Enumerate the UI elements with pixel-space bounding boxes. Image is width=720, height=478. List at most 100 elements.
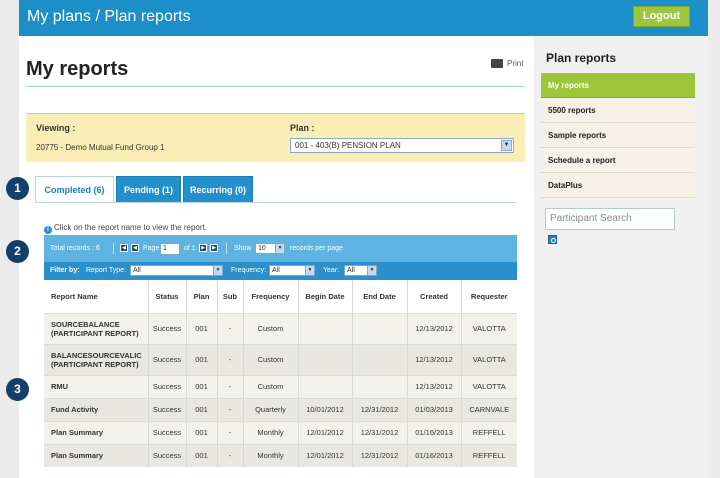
report-type-select[interactable]: All ▼ bbox=[130, 265, 223, 276]
table-row: SOURCEBALANCE (PARTICIPANT REPORT) Succe… bbox=[44, 312, 517, 344]
chevron-down-icon: ▼ bbox=[213, 266, 222, 275]
printer-icon bbox=[491, 59, 503, 69]
frequency-value: All bbox=[272, 267, 280, 274]
prev-page-icon[interactable]: ◀ bbox=[131, 244, 139, 252]
report-frequency: Monthly bbox=[243, 443, 299, 467]
report-name-link[interactable]: Plan Summary bbox=[44, 420, 149, 444]
breadcrumb: My plans / Plan reports bbox=[27, 8, 191, 25]
plan-select[interactable]: 001 - 403(B) PENSION PLAN ▼ bbox=[290, 138, 514, 153]
report-end-date bbox=[352, 374, 408, 398]
column-header-begin-date[interactable]: Begin Date bbox=[298, 280, 353, 313]
report-plan: 001 bbox=[186, 397, 218, 421]
top-bar: My plans / Plan reports Logout bbox=[19, 0, 708, 36]
report-frequency: Custom bbox=[243, 374, 299, 398]
column-header-requester[interactable]: Requester bbox=[461, 280, 517, 313]
records-per-page-select[interactable]: 10 ▼ bbox=[255, 243, 285, 254]
table-row: RMU Success 001 - Custom 12/13/2012 VALO… bbox=[44, 374, 517, 398]
report-frequency: Monthly bbox=[243, 420, 299, 444]
report-begin-date: 12/01/2012 bbox=[298, 443, 353, 467]
report-requester: VALOTTA bbox=[461, 312, 517, 344]
report-created: 01/03/2013 bbox=[407, 397, 462, 421]
last-page-icon[interactable]: ▶ bbox=[210, 244, 218, 252]
report-plan: 001 bbox=[186, 343, 218, 375]
page-label: Page bbox=[143, 245, 160, 252]
participant-search-input[interactable]: Participant Search bbox=[545, 208, 675, 230]
report-requester: CARNVALE bbox=[461, 397, 517, 421]
report-begin-date bbox=[298, 312, 353, 344]
toolbar-divider bbox=[113, 243, 114, 254]
records-per-page-value: 10 bbox=[258, 245, 266, 252]
hint-label: Click on the report name to view the rep… bbox=[54, 223, 207, 232]
report-name-link[interactable]: BALANCESOURCEVALIC (PARTICIPANT REPORT) bbox=[44, 343, 149, 375]
first-page-icon[interactable]: ◀ bbox=[120, 244, 128, 252]
table-row: Fund Activity Success 001 - Quarterly 10… bbox=[44, 397, 517, 421]
report-name-link[interactable]: Fund Activity bbox=[44, 397, 149, 421]
show-label: Show bbox=[234, 245, 252, 252]
report-sub: - bbox=[217, 397, 244, 421]
report-name-link[interactable]: RMU bbox=[44, 374, 149, 398]
column-header-end-date[interactable]: End Date bbox=[352, 280, 408, 313]
callout-badge: 3 bbox=[6, 378, 29, 401]
report-frequency: Custom bbox=[243, 343, 299, 375]
logout-button[interactable]: Logout bbox=[633, 6, 690, 27]
column-header-status[interactable]: Status bbox=[148, 280, 187, 313]
column-header-frequency[interactable]: Frequency bbox=[243, 280, 299, 313]
column-header-sub[interactable]: Sub bbox=[217, 280, 244, 313]
column-header-plan[interactable]: Plan bbox=[186, 280, 218, 313]
viewing-panel: Viewing : 20775 - Demo Mutual Fund Group… bbox=[26, 113, 525, 162]
year-value: All bbox=[347, 267, 355, 274]
hint-text: i Click on the report name to view the re… bbox=[44, 223, 207, 234]
table-row: Plan Summary Success 001 - Monthly 12/01… bbox=[44, 420, 517, 444]
sidebar-title: Plan reports bbox=[546, 51, 617, 65]
report-name-link[interactable]: Plan Summary bbox=[44, 443, 149, 467]
report-created: 12/13/2012 bbox=[407, 312, 462, 344]
column-header-report-name[interactable]: Report Name bbox=[44, 280, 149, 313]
filter-toolbar: Filter by: Report Type: All ▼ Frequency:… bbox=[44, 262, 517, 280]
callout-badge: 2 bbox=[6, 240, 29, 263]
report-created: 12/13/2012 bbox=[407, 343, 462, 375]
print-link[interactable]: Print bbox=[491, 59, 524, 69]
report-end-date: 12/31/2012 bbox=[352, 443, 408, 467]
report-type-label: Report Type: bbox=[86, 267, 126, 274]
report-begin-date: 10/01/2012 bbox=[298, 397, 353, 421]
report-status: Success bbox=[148, 343, 187, 375]
chevron-down-icon: ▼ bbox=[501, 140, 512, 151]
report-type-value: All bbox=[133, 267, 141, 274]
search-icon[interactable] bbox=[548, 235, 557, 244]
toolbar-divider bbox=[226, 243, 227, 254]
report-end-date: 12/31/2012 bbox=[352, 397, 408, 421]
report-created: 12/13/2012 bbox=[407, 374, 462, 398]
plan-label: Plan : bbox=[290, 123, 315, 133]
tab-recurring[interactable]: Recurring (0) bbox=[183, 176, 253, 203]
report-sub: - bbox=[217, 343, 244, 375]
sidebar-item-my-reports[interactable]: My reports bbox=[541, 73, 695, 98]
next-page-icon[interactable]: ▶ bbox=[199, 244, 207, 252]
report-sub: - bbox=[217, 420, 244, 444]
column-header-created[interactable]: Created bbox=[407, 280, 462, 313]
page-title: My reports bbox=[26, 58, 129, 80]
report-name-link[interactable]: SOURCEBALANCE (PARTICIPANT REPORT) bbox=[44, 312, 149, 344]
callout-badge: 1 bbox=[6, 177, 29, 200]
tab-pending[interactable]: Pending (1) bbox=[116, 176, 181, 203]
report-status: Success bbox=[148, 374, 187, 398]
report-created: 01/16/2013 bbox=[407, 420, 462, 444]
chevron-down-icon: ▼ bbox=[305, 266, 314, 275]
year-select[interactable]: All ▼ bbox=[344, 265, 377, 276]
sidebar-item-5500-reports[interactable]: 5500 reports bbox=[541, 98, 695, 123]
page-input[interactable]: 1 bbox=[160, 243, 180, 255]
report-status: Success bbox=[148, 443, 187, 467]
pager-toolbar: Total records : 6 ◀ ◀ Page 1 of 1 ▶ ▶ Sh… bbox=[44, 235, 517, 262]
frequency-select[interactable]: All ▼ bbox=[269, 265, 315, 276]
sidebar-menu: My reports 5500 reports Sample reports S… bbox=[541, 73, 695, 198]
report-requester: VALOTTA bbox=[461, 374, 517, 398]
table-row: Plan Summary Success 001 - Monthly 12/01… bbox=[44, 443, 517, 467]
sidebar-item-dataplus[interactable]: DataPlus bbox=[541, 173, 695, 198]
tab-completed[interactable]: Completed (6) bbox=[35, 176, 114, 203]
report-status: Success bbox=[148, 420, 187, 444]
report-tabs: Completed (6) Pending (1) Recurring (0) bbox=[35, 176, 515, 203]
report-sub: - bbox=[217, 312, 244, 344]
report-plan: 001 bbox=[186, 312, 218, 344]
sidebar-item-sample-reports[interactable]: Sample reports bbox=[541, 123, 695, 148]
print-label: Print bbox=[507, 59, 524, 68]
sidebar-item-schedule-report[interactable]: Schedule a report bbox=[541, 148, 695, 173]
